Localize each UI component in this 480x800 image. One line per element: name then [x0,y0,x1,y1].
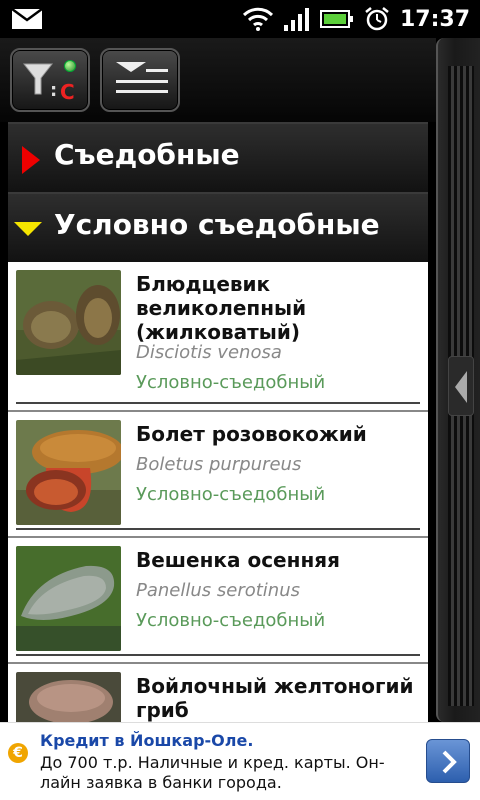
category-title: Съедобные [54,138,240,171]
chevron-right-icon [442,750,457,774]
item-edibility: Условно-съедобный [136,610,326,631]
status-led [64,60,76,72]
ad-body: До 700 т.р. Наличные и кред. карты. Он-л… [40,753,385,792]
ad-banner[interactable]: € Кредит в Йошкар-Оле. До 700 т.р. Налич… [0,722,480,800]
chevron-left-icon [455,371,467,403]
list-item[interactable]: Войлочный желтоногий гриб [8,664,428,722]
list-item[interactable]: Вешенка осенняя Panellus serotinus Услов… [8,538,428,664]
collapse-list-icon [116,62,168,93]
item-divider [16,654,420,656]
item-latin-name: Disciotis venosa [136,342,282,363]
item-name: Вешенка осенняя [136,548,340,572]
category-title: Условно съедобные [54,208,380,241]
category-conditionally-edible[interactable]: Условно съедобные [8,192,428,262]
item-name: Блюдцевик великолепный (жилковатый) [136,272,307,344]
filter-badge: C [60,80,75,104]
mushroom-list: Съедобные Условно съедобные Блюдцевик ве… [8,122,428,722]
item-name: Войлочный желтоногий гриб [136,674,414,722]
drawer-tab[interactable] [448,356,474,416]
clock: 17:37 [399,6,470,32]
item-edibility: Условно-съедобный [136,484,326,505]
item-latin-name: Boletus purpureus [136,454,302,475]
list-item[interactable]: Блюдцевик великолепный (жилковатый) Disc… [8,262,428,412]
ad-logo-icon: € [8,743,28,763]
status-bar: 17:37 [0,0,480,38]
item-divider [16,402,420,404]
alarm-icon [365,7,389,31]
mushroom-photo [16,420,121,525]
item-latin-name: Panellus serotinus [136,580,300,601]
category-edible[interactable]: Съедобные [8,122,428,192]
item-divider [16,528,420,530]
battery-icon [319,10,353,28]
collapsed-arrow-icon [22,146,40,174]
wifi-icon [242,7,274,31]
item-edibility: Условно-съедобный [136,372,326,393]
ad-go-button[interactable] [426,739,470,783]
ad-headline[interactable]: Кредит в Йошкар-Оле. [40,731,253,750]
list-item[interactable]: Болет розовокожий Boletus purpureus Усло… [8,412,428,538]
list-view-button[interactable] [100,48,180,112]
signal-icon [283,8,309,31]
mushroom-photo [16,270,121,375]
mushroom-photo [16,672,121,722]
mail-icon [12,9,42,29]
item-name: Болет розовокожий [136,422,367,446]
mushroom-photo [16,546,121,651]
filter-button[interactable]: : C [10,48,90,112]
side-drawer-handle[interactable] [436,38,480,722]
expanded-arrow-icon [14,222,42,236]
toolbar: : C [0,38,436,122]
